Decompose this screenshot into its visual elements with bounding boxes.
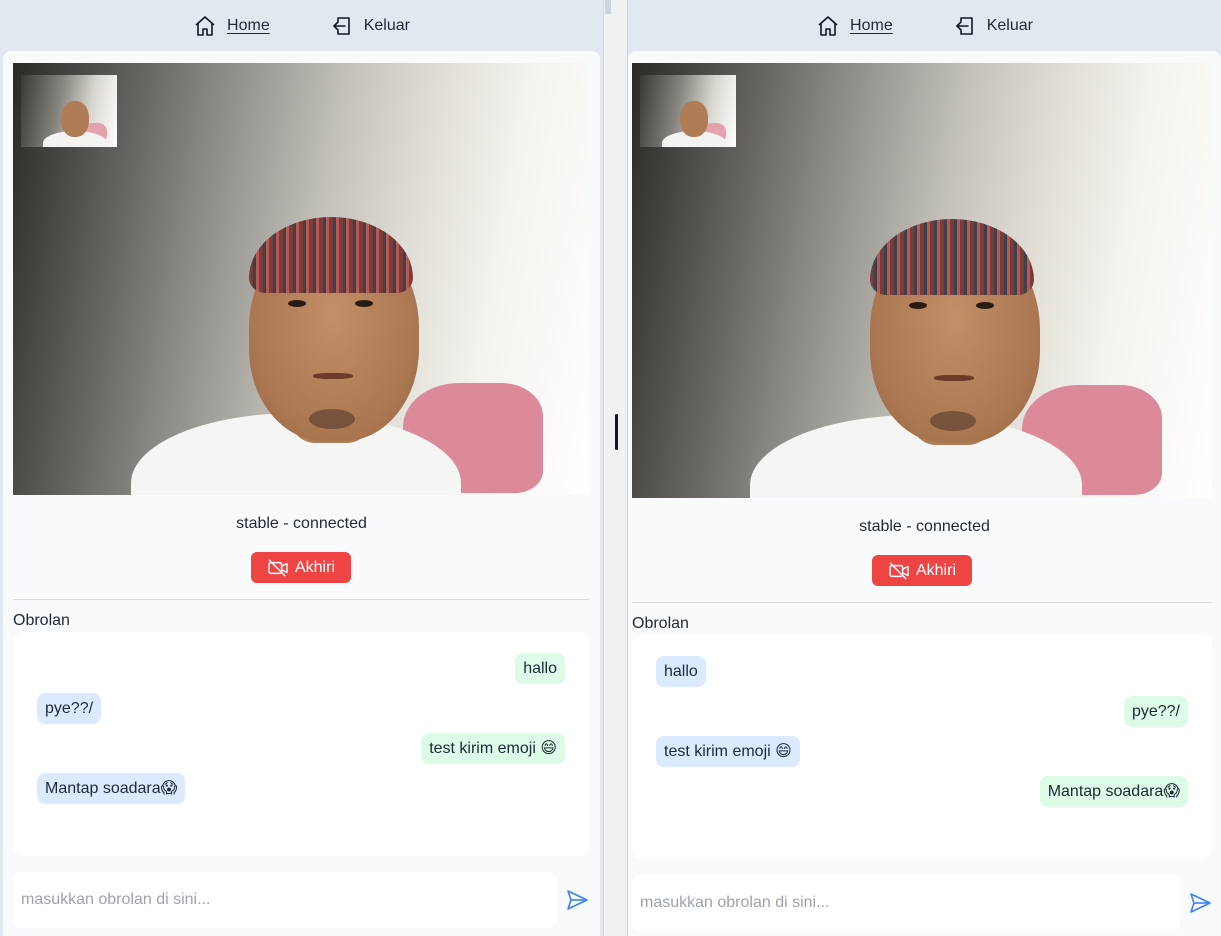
- local-video-thumbnail: [640, 75, 736, 147]
- send-icon[interactable]: [565, 888, 589, 912]
- chat-message: Mantap soadara😱: [1039, 776, 1188, 807]
- call-card: stable - connected Akhiri Obrolan hallo …: [3, 51, 600, 936]
- chat-message: Mantap soadara😱: [37, 773, 186, 804]
- nav-home-label: Home: [227, 17, 270, 34]
- chat-message: pye??/: [1123, 696, 1188, 727]
- right-window: Home Keluar stable - connected Akhiri Ob…: [628, 0, 1221, 936]
- nav-logout[interactable]: Keluar: [953, 14, 1033, 38]
- chat-message: test kirim emoji 😄: [656, 736, 800, 767]
- chat-message: test kirim emoji 😄: [421, 733, 565, 764]
- nav-logout-label: Keluar: [986, 17, 1033, 34]
- nav-home[interactable]: Home: [193, 14, 270, 38]
- top-nav: Home Keluar: [0, 0, 603, 52]
- section-divider: [13, 599, 589, 600]
- logout-icon: [332, 17, 350, 35]
- resize-handle[interactable]: [615, 414, 618, 450]
- chat-messages: hallo pye??/ test kirim emoji 😄 Mantap s…: [632, 635, 1212, 859]
- end-call-button[interactable]: Akhiri: [251, 552, 351, 583]
- connection-status: stable - connected: [236, 515, 367, 532]
- chat-message: hallo: [515, 653, 565, 684]
- chat-input[interactable]: [632, 875, 1180, 931]
- end-call-button[interactable]: Akhiri: [872, 555, 972, 586]
- local-video-thumbnail: [21, 75, 117, 147]
- nav-home-label: Home: [850, 17, 893, 34]
- split-divider[interactable]: [603, 0, 628, 936]
- send-icon[interactable]: [1188, 891, 1212, 915]
- chat-title: Obrolan: [632, 615, 689, 632]
- left-window: Home Keluar stable - connected Akhiri Ob…: [0, 0, 603, 936]
- call-card: stable - connected Akhiri Obrolan hallo …: [628, 51, 1221, 936]
- home-icon: [818, 16, 838, 36]
- home-icon: [195, 16, 215, 36]
- chat-messages: hallo pye??/ test kirim emoji 😄 Mantap s…: [13, 632, 589, 856]
- nav-logout[interactable]: Keluar: [330, 14, 410, 38]
- logout-icon: [955, 17, 973, 35]
- nav-home[interactable]: Home: [816, 14, 893, 38]
- chat-input[interactable]: [13, 872, 557, 928]
- end-call-label: Akhiri: [294, 558, 335, 576]
- remote-video: [13, 63, 589, 495]
- remote-video: [632, 63, 1212, 498]
- video-off-icon: [268, 558, 288, 577]
- chat-message: hallo: [656, 656, 706, 687]
- connection-status: stable - connected: [859, 518, 990, 535]
- section-divider: [632, 602, 1212, 603]
- nav-logout-label: Keluar: [363, 17, 410, 34]
- chat-message: pye??/: [37, 693, 102, 724]
- video-off-icon: [889, 561, 909, 580]
- chat-title: Obrolan: [13, 612, 70, 629]
- end-call-label: Akhiri: [915, 561, 956, 579]
- top-nav: Home Keluar: [628, 0, 1221, 52]
